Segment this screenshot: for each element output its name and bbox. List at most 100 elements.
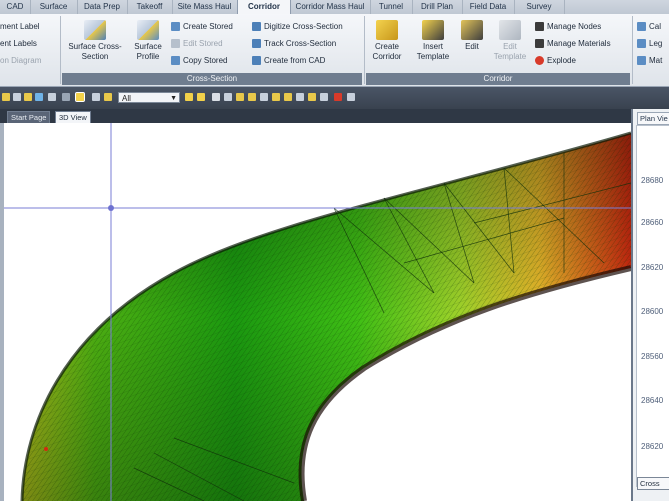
tab-survey[interactable]: Survey (514, 0, 565, 14)
create-stored-button[interactable]: Create Stored (171, 22, 233, 32)
plan-view-canvas[interactable]: 28680 28660 28620 28600 28560 28640 2862… (636, 125, 669, 487)
rotate-icon[interactable] (24, 93, 32, 101)
delete-icon[interactable] (334, 93, 342, 101)
pan-icon[interactable] (2, 93, 10, 101)
tab-drill-plan[interactable]: Drill Plan (412, 0, 463, 14)
digitize-cross-section-button[interactable]: Digitize Cross-Section (252, 22, 343, 32)
plan-view-panel: Plan Vie 28680 28660 28620 28600 28560 2… (631, 109, 669, 501)
layer-select[interactable]: All ▼ (118, 92, 180, 103)
ribbon-item-alignment-label[interactable]: ment Label (0, 22, 40, 31)
edit-stored-button[interactable]: Edit Stored (171, 39, 223, 49)
group-label-corridor: Corridor (366, 73, 630, 85)
properties-icon[interactable] (347, 93, 355, 101)
edit-corridor-button[interactable]: Edit (459, 20, 485, 52)
surface-profile-button[interactable]: Surface Profile (130, 20, 166, 62)
arc-icon[interactable] (260, 93, 268, 101)
pointer-icon[interactable] (212, 93, 220, 101)
y-tick-label: 28680 (641, 176, 664, 185)
select-icon[interactable] (75, 92, 85, 102)
copy-stored-icon (171, 56, 180, 66)
ribbon-item-cal[interactable]: Cal (637, 22, 661, 32)
join-icon[interactable] (296, 93, 304, 101)
manage-materials-icon (535, 39, 544, 49)
legend-icon (637, 39, 646, 49)
ribbon-item-leg[interactable]: Leg (637, 39, 662, 49)
create-from-cad-icon (252, 56, 261, 66)
manage-nodes-icon (535, 22, 544, 32)
y-tick-label: 28660 (641, 218, 664, 227)
surface-cross-section-button[interactable]: Surface Cross-Section (64, 20, 126, 62)
group-separator (60, 16, 61, 84)
tab-corridor-mass-haul[interactable]: Corridor Mass Haul (290, 0, 371, 14)
ribbon-item-alignment-labels[interactable]: ent Labels (0, 39, 37, 48)
create-corridor-icon (376, 20, 398, 40)
chevron-down-icon: ▼ (170, 95, 177, 102)
layer-icon[interactable] (104, 93, 112, 101)
lock-icon[interactable] (197, 93, 205, 101)
group-label-cross-section: Cross-Section (62, 73, 362, 85)
trim-icon[interactable] (320, 93, 328, 101)
tab-surface[interactable]: Surface (30, 0, 78, 14)
tab-takeoff[interactable]: Takeoff (127, 0, 173, 14)
group-separator (364, 16, 365, 84)
ribbon-panel: ment Label ent Labels on Diagram Surface… (0, 14, 669, 87)
tab-tunnel[interactable]: Tunnel (370, 0, 413, 14)
crosshair-center (108, 205, 114, 211)
ribbon-item-diagram[interactable]: on Diagram (0, 56, 41, 65)
material-icon (637, 56, 646, 66)
surface-cross-section-icon (84, 20, 106, 40)
corridor-surface-render (4, 123, 631, 501)
ribbon-item-mat[interactable]: Mat (637, 56, 662, 66)
digitize-icon (252, 22, 261, 32)
hand-icon[interactable] (224, 93, 232, 101)
grid-icon[interactable] (48, 93, 56, 101)
y-tick-label: 28620 (641, 263, 664, 272)
insert-template-button[interactable]: Insert Template (412, 20, 454, 62)
surface-profile-icon (137, 20, 159, 40)
break-icon[interactable] (284, 93, 292, 101)
y-tick-label: 28620 (641, 442, 664, 451)
tab-site-mass-haul[interactable]: Site Mass Haul (172, 0, 238, 14)
explode-icon (535, 56, 544, 66)
document-tab-bar: Start Page 3D View (0, 109, 634, 124)
insert-template-icon (422, 20, 444, 40)
copy-stored-button[interactable]: Copy Stored (171, 56, 227, 66)
manage-nodes-button[interactable]: Manage Nodes (535, 22, 601, 32)
surface-shade (22, 133, 631, 501)
view-toolbar: All ▼ (0, 87, 669, 109)
wire-icon[interactable] (62, 93, 70, 101)
edit-corridor-icon (461, 20, 483, 40)
edit-stored-icon (171, 39, 180, 49)
track-cross-section-button[interactable]: Track Cross-Section (252, 39, 336, 49)
node-icon[interactable] (272, 93, 280, 101)
tab-cad[interactable]: CAD (0, 0, 31, 14)
edit-template-button[interactable]: Edit Template (491, 20, 529, 62)
cal-icon (637, 22, 646, 32)
y-tick-label: 28640 (641, 396, 664, 405)
y-tick-label: 28600 (641, 307, 664, 316)
offset-icon[interactable] (308, 93, 316, 101)
line-icon[interactable] (236, 93, 244, 101)
create-from-cad-button[interactable]: Create from CAD (252, 56, 325, 66)
snap-icon[interactable] (185, 93, 193, 101)
3d-viewport[interactable] (0, 123, 631, 501)
group-separator (632, 16, 633, 84)
measure-icon[interactable] (92, 93, 100, 101)
zoom-icon[interactable] (13, 93, 21, 101)
y-tick-label: 28560 (641, 352, 664, 361)
point-marker (44, 447, 48, 451)
track-icon (252, 39, 261, 49)
edit-template-icon (499, 20, 521, 40)
ribbon-tab-bar: CAD Surface Data Prep Takeoff Site Mass … (0, 0, 669, 15)
plan-view-tab[interactable]: Plan Vie (637, 112, 669, 125)
manage-materials-button[interactable]: Manage Materials (535, 39, 611, 49)
tab-corridor[interactable]: Corridor (237, 0, 291, 15)
cross-section-tab[interactable]: Cross (637, 477, 669, 490)
tab-field-data[interactable]: Field Data (462, 0, 515, 14)
explode-button[interactable]: Explode (535, 56, 576, 66)
create-stored-icon (171, 22, 180, 32)
tab-data-prep[interactable]: Data Prep (77, 0, 128, 14)
create-corridor-button[interactable]: Create Corridor (368, 20, 406, 62)
polyline-icon[interactable] (248, 93, 256, 101)
view-icon[interactable] (35, 93, 43, 101)
